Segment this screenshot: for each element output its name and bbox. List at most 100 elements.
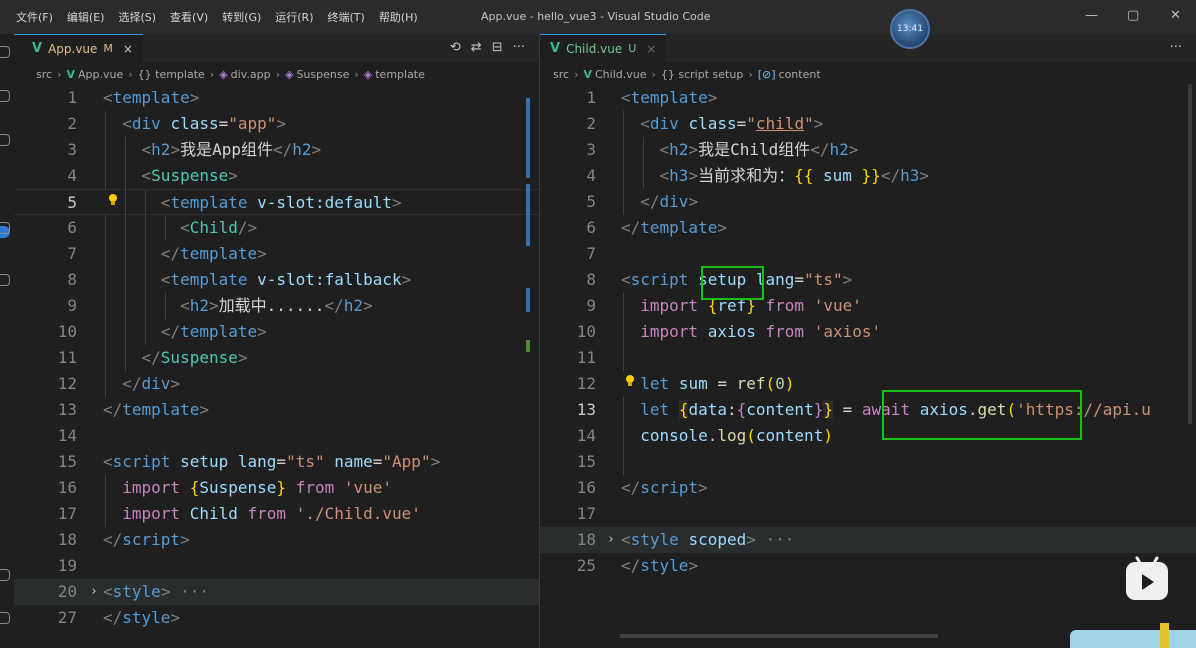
- crumb-file[interactable]: Child.vue: [595, 68, 647, 81]
- line-number: 15: [57, 452, 77, 471]
- activity-bar: [0, 34, 14, 648]
- settings-icon[interactable]: [0, 612, 10, 624]
- tab-child-vue[interactable]: V Child.vue U ×: [540, 34, 667, 62]
- line-number: 25: [576, 556, 596, 575]
- code-line: 2 <div class="app">: [14, 111, 539, 137]
- search-icon[interactable]: [0, 90, 10, 102]
- code-text: </template>: [160, 244, 267, 263]
- line-number: 4: [67, 166, 77, 185]
- menu-edit[interactable]: 编辑(E): [67, 9, 105, 25]
- fold-chevron-icon[interactable]: ›: [90, 579, 98, 605]
- crumb-template-2[interactable]: template: [375, 68, 425, 81]
- line-number: 9: [67, 296, 77, 315]
- code-editor-right[interactable]: 1 <template> 2 <div class="child"> 3 <h2>…: [540, 85, 1196, 579]
- horizontal-scrollbar[interactable]: [620, 634, 938, 638]
- crumb-template[interactable]: {} template: [138, 68, 205, 81]
- breadcrumb: src › V Child.vue › {} script setup › [⊘] con…: [540, 63, 1196, 85]
- restore-button[interactable]: ▢: [1127, 8, 1139, 23]
- remote-icon[interactable]: [0, 274, 10, 286]
- crumb-src[interactable]: src: [36, 68, 52, 81]
- code-text: <Child/>: [180, 218, 258, 237]
- menu-terminal[interactable]: 终端(T): [328, 9, 365, 25]
- menu-selection[interactable]: 选择(S): [118, 9, 156, 25]
- code-text: <template v-slot:default>: [160, 193, 402, 212]
- code-line: 18 </script>: [14, 527, 539, 553]
- crumb-src[interactable]: src: [553, 68, 569, 81]
- code-text: </template>: [621, 218, 727, 237]
- menu-go[interactable]: 转到(G): [222, 9, 261, 25]
- menu-file[interactable]: 文件(F): [16, 9, 53, 25]
- more-actions-icon[interactable]: ···: [513, 40, 525, 55]
- line-number: 8: [586, 270, 596, 289]
- code-text: let sum = ref(0): [640, 374, 795, 393]
- line-number: 3: [67, 140, 77, 159]
- chevron-right-icon: ›: [275, 67, 280, 81]
- more-actions-icon[interactable]: ···: [1170, 40, 1182, 55]
- account-icon[interactable]: [0, 569, 10, 581]
- crumb-content[interactable]: content: [779, 68, 821, 81]
- code-line: 8 <template v-slot:fallback>: [14, 267, 539, 293]
- code-line: 10 import axios from 'axios': [540, 319, 1196, 345]
- line-number: 13: [57, 400, 77, 419]
- close-button[interactable]: ✕: [1170, 8, 1181, 23]
- explorer-icon[interactable]: [0, 46, 10, 58]
- code-line: 3 <h2>我是App组件</h2>: [14, 137, 539, 163]
- code-text: <h3>当前求和为：{{ sum }}</h3>: [659, 166, 929, 185]
- crumb-file[interactable]: App.vue: [78, 68, 123, 81]
- menu-view[interactable]: 查看(V): [170, 9, 208, 25]
- line-number: 17: [576, 504, 596, 523]
- close-tab-icon[interactable]: ×: [646, 42, 656, 56]
- clock-avatar: 13:41: [890, 9, 930, 49]
- source-control-icon[interactable]: [0, 134, 10, 146]
- code-line: 16 </script>: [540, 475, 1196, 501]
- code-line: 2 <div class="child">: [540, 111, 1196, 137]
- editor-group-right: V Child.vue U × ··· src › V Child.vue › {} …: [540, 34, 1196, 648]
- crumb-div-app[interactable]: div.app: [231, 68, 271, 81]
- line-number: 18: [57, 530, 77, 549]
- chevron-right-icon: ›: [354, 67, 359, 81]
- editor-group-left: V App.vue M × ⟲ ⇄ ⊟ ··· src › V App.vue › {…: [14, 34, 539, 648]
- code-line: 4 <h3>当前求和为：{{ sum }}</h3>: [540, 163, 1196, 189]
- compare-icon[interactable]: ⇄: [471, 40, 482, 55]
- crumb-script-setup[interactable]: {} script setup: [661, 68, 743, 81]
- editor-actions: ⟲ ⇄ ⊟ ···: [450, 40, 525, 55]
- title-bar: 文件(F) 编辑(E) 选择(S) 查看(V) 转到(G) 运行(R) 终端(T…: [0, 0, 1196, 49]
- element-icon: ◈: [219, 67, 228, 81]
- crumb-suspense[interactable]: Suspense: [296, 68, 349, 81]
- code-line: 25 </style>: [540, 553, 1196, 579]
- line-number: 20: [57, 582, 77, 601]
- extensions-icon[interactable]: [0, 222, 10, 234]
- vertical-scrollbar[interactable]: [1188, 84, 1192, 424]
- line-number: 7: [586, 244, 596, 263]
- variable-icon: [⊘]: [757, 67, 776, 81]
- code-line: 12 </div>: [14, 371, 539, 397]
- menu-run[interactable]: 运行(R): [275, 9, 313, 25]
- code-editor-left[interactable]: 1 <template> 2 <div class="app"> 3 <h2>我是…: [14, 85, 539, 631]
- line-number: 10: [576, 322, 596, 341]
- chevron-right-icon: ›: [209, 67, 215, 81]
- line-number: 18: [576, 530, 596, 549]
- line-number: 15: [576, 452, 596, 471]
- minimize-button[interactable]: —: [1085, 8, 1098, 23]
- code-text: </style>: [103, 608, 181, 627]
- line-number: 7: [67, 244, 77, 263]
- tab-app-vue[interactable]: V App.vue M ×: [14, 34, 143, 62]
- line-number: 6: [586, 218, 596, 237]
- timeline-icon[interactable]: ⟲: [450, 40, 461, 55]
- code-line: 7: [540, 241, 1196, 267]
- close-tab-icon[interactable]: ×: [123, 42, 133, 56]
- fold-chevron-icon[interactable]: ›: [607, 527, 615, 553]
- code-line-folded: 20 › <style> ···: [14, 579, 539, 605]
- split-editor-icon[interactable]: ⊟: [492, 40, 503, 55]
- line-number: 11: [57, 348, 77, 367]
- code-line: 7 </template>: [14, 241, 539, 267]
- chevron-right-icon: ›: [748, 67, 753, 81]
- menu-help[interactable]: 帮助(H): [379, 9, 418, 25]
- code-line-current: 13 let {data:{content}} = await axios.ge…: [540, 397, 1196, 423]
- modified-flag: M: [103, 42, 113, 55]
- code-line: 5 </div>: [540, 189, 1196, 215]
- code-line: 4 <Suspense>: [14, 163, 539, 189]
- untracked-flag: U: [628, 42, 637, 55]
- code-line: 1 <template>: [14, 85, 539, 111]
- code-text: <template>: [621, 88, 718, 107]
